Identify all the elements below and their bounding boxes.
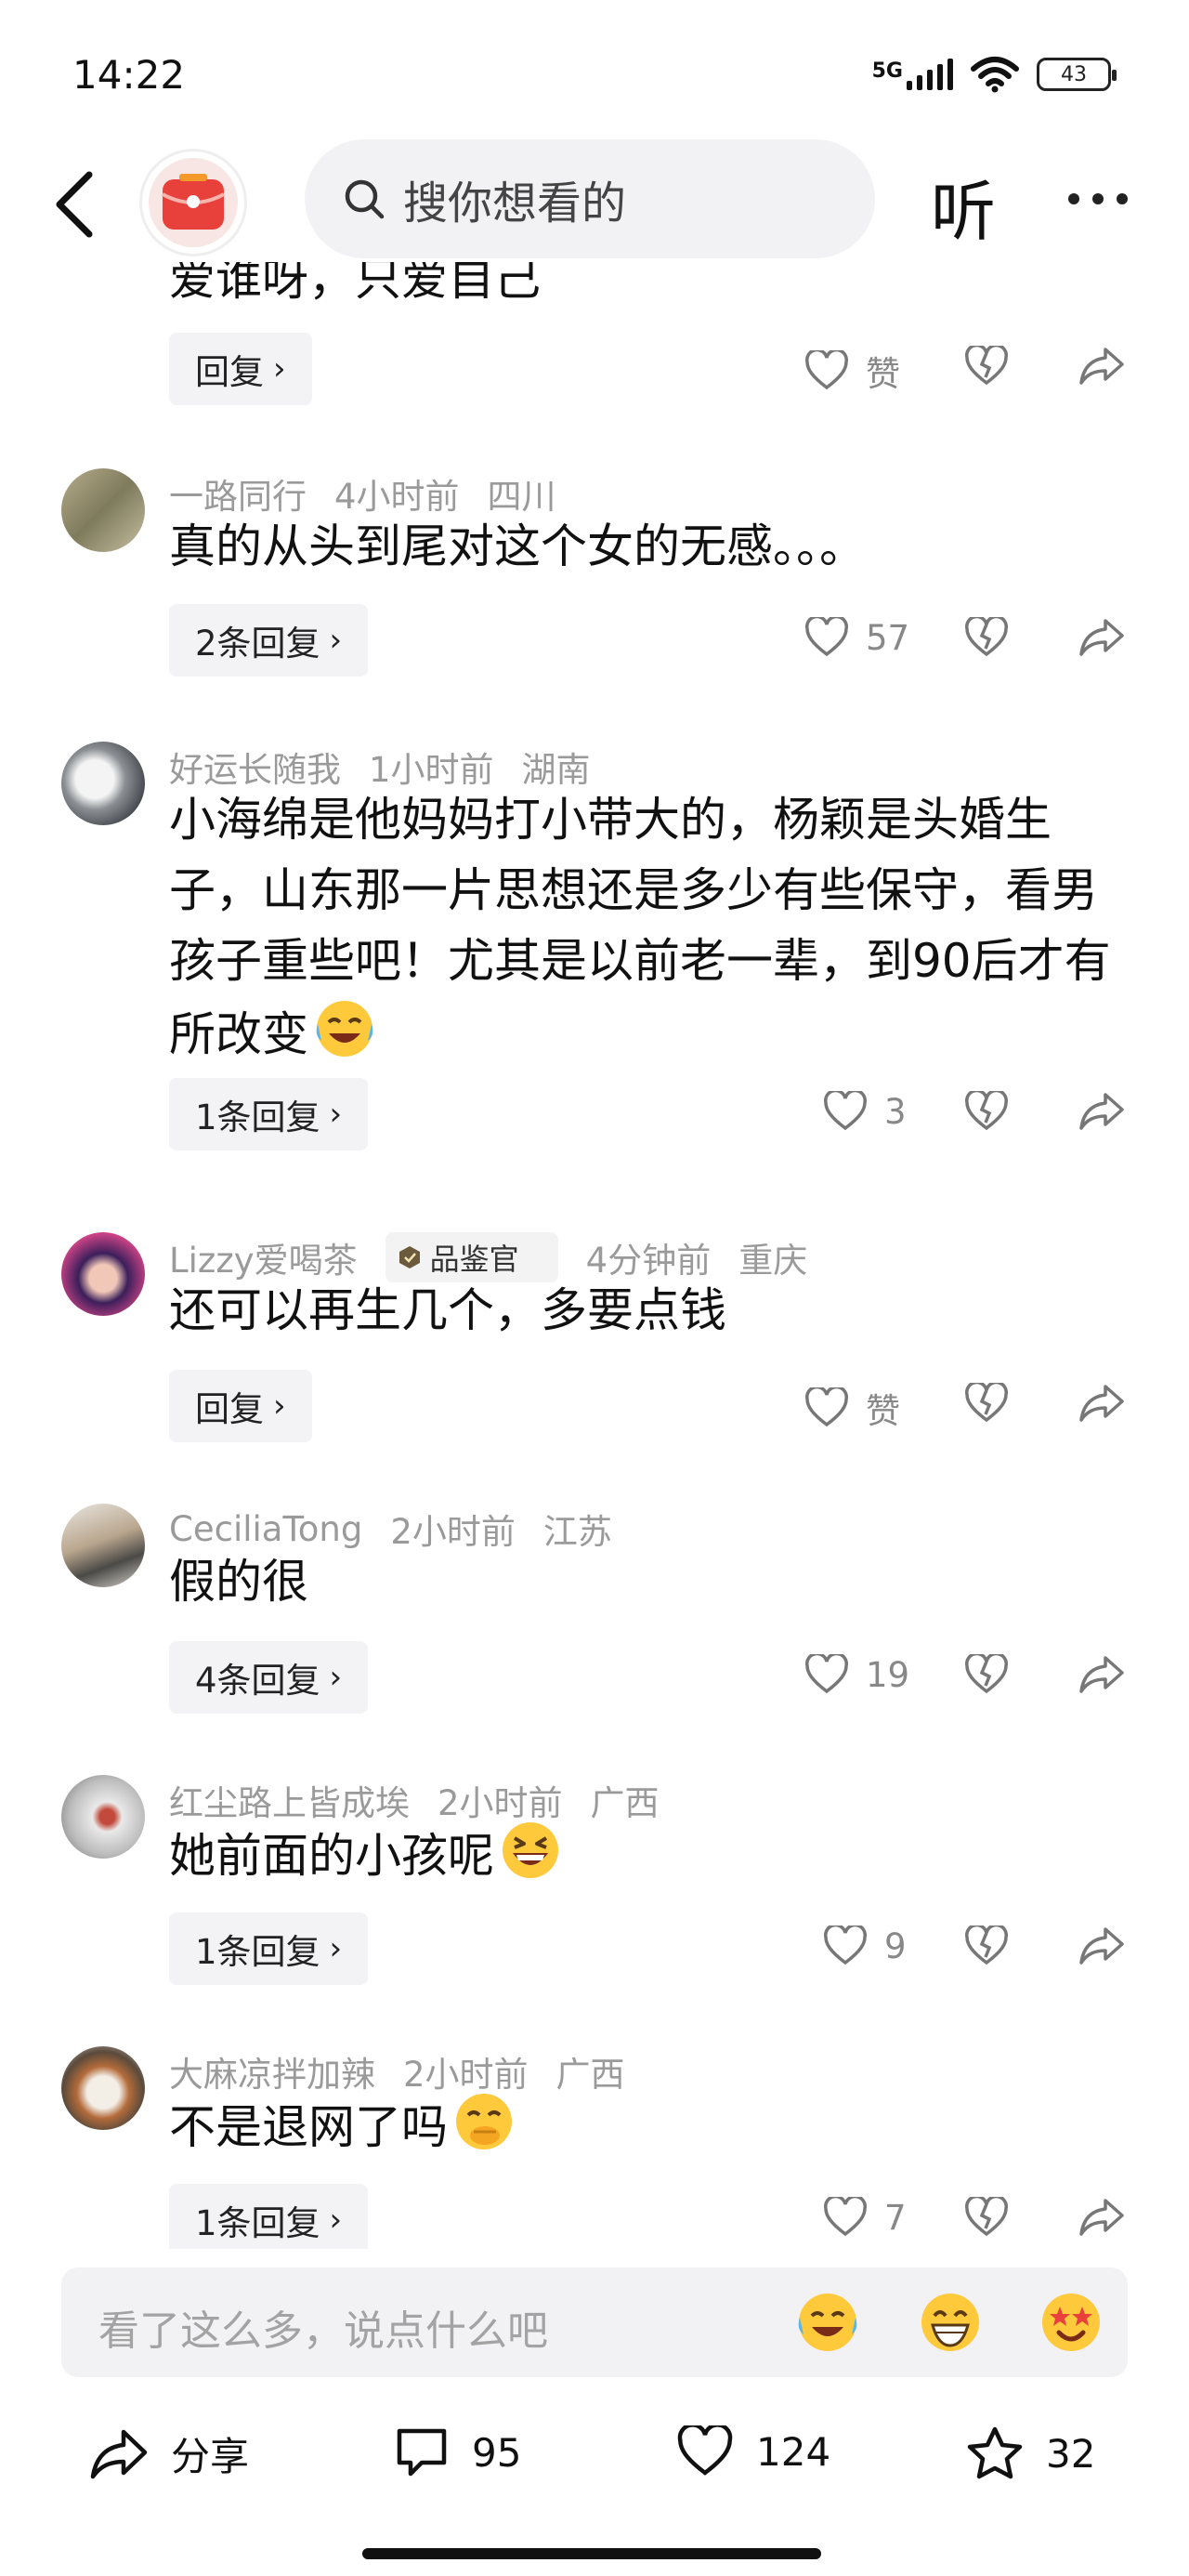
share-button[interactable] [1078, 1924, 1126, 1972]
like-count: 7 [884, 2197, 907, 2238]
dislike-button[interactable] [964, 1088, 1009, 1136]
broken-heart-icon [965, 1651, 1008, 1694]
share-button[interactable] [1078, 2195, 1126, 2243]
comment-text: 她前面的小孩呢 [169, 1818, 1126, 1891]
username[interactable]: CeciliaTong [169, 1509, 362, 1549]
search-bar[interactable]: 搜你想看的 [305, 139, 875, 258]
share-arrow-icon [1079, 1656, 1124, 1693]
avatar[interactable] [61, 1775, 145, 1859]
status-time: 14:22 [72, 52, 186, 98]
avatar[interactable] [61, 1232, 145, 1316]
covering-mouth-emoji-icon [456, 2094, 512, 2149]
network-type: 5G [871, 59, 903, 83]
comment-icon [397, 2428, 447, 2477]
favorite-button[interactable]: 32 [966, 2425, 1095, 2481]
like-button[interactable]: 7 [823, 2197, 907, 2238]
diamond-badge-icon [399, 1246, 420, 1268]
like-count: 3 [884, 1091, 907, 1132]
share-button[interactable] [1078, 1089, 1126, 1137]
listen-button[interactable]: 听 [931, 160, 996, 254]
share-arrow-icon [1079, 1093, 1124, 1130]
heart-icon [805, 350, 848, 390]
broken-heart-icon [965, 2194, 1008, 2237]
like-button[interactable]: 赞 [804, 346, 900, 396]
broken-heart-icon [965, 1923, 1008, 1965]
share-button[interactable] [1078, 1381, 1126, 1429]
heart-icon [824, 1091, 867, 1131]
like-count: 9 [884, 1925, 907, 1966]
red-envelope-icon [162, 174, 225, 230]
grin-squint-emoji-icon [503, 1822, 558, 1878]
avatar[interactable] [61, 742, 145, 825]
broken-heart-icon [965, 614, 1008, 657]
like-button[interactable]: 9 [823, 1925, 907, 1966]
comment-text: 假的很 [169, 1555, 308, 1609]
avatar[interactable] [61, 468, 145, 552]
star-eyes-emoji-button[interactable] [1037, 2288, 1105, 2357]
comment-text: 小海绵是他妈妈打小带大的，杨颖是头婚生子，山东那一片思想还是多少有些保守，看男孩… [169, 793, 1111, 1061]
share-arrow-icon [1079, 619, 1124, 656]
like-count-button[interactable]: 124 [676, 2425, 830, 2477]
dislike-button[interactable] [964, 1651, 1009, 1699]
dislike-button[interactable] [964, 343, 1009, 390]
grin-emoji-button[interactable] [916, 2288, 985, 2357]
share-arrow-icon [90, 2429, 148, 2478]
share-button[interactable] [1078, 344, 1126, 392]
share-arrow-icon [1079, 348, 1124, 385]
laugh-cry-emoji-button[interactable] [793, 2288, 862, 2357]
like-button[interactable]: 57 [804, 617, 909, 658]
status-bar: 14:22 5G 43 [0, 0, 1189, 139]
avatar[interactable] [61, 2046, 145, 2130]
clipped-comment-text: 爱谁呀，只爱自己 [169, 262, 541, 306]
share-arrow-icon [1079, 1385, 1124, 1422]
more-icon[interactable] [1068, 193, 1128, 204]
share-arrow-icon [1079, 2199, 1124, 2236]
like-count: 赞 [866, 1391, 900, 1431]
laugh-cry-emoji-icon [316, 1001, 373, 1057]
avatar[interactable] [61, 1504, 145, 1587]
app-logo[interactable] [139, 149, 247, 256]
heart-icon [805, 617, 848, 657]
share-button[interactable] [1078, 1652, 1126, 1701]
dislike-button[interactable] [964, 1380, 1009, 1427]
comment-input-placeholder: 看了这么多，说点什么吧 [98, 2307, 548, 2355]
status-icons: 5G 43 [872, 56, 1117, 93]
heart-icon [805, 1654, 848, 1694]
battery-indicator: 43 [1037, 58, 1117, 91]
broken-heart-icon [965, 1380, 1008, 1423]
comment-text: 真的从头到尾对这个女的无感。。。 [169, 519, 866, 573]
broken-heart-icon [965, 1088, 1008, 1131]
home-indicator [362, 2548, 821, 2559]
like-count: 57 [866, 617, 910, 658]
comment-text: 不是退网了吗 [169, 2089, 1126, 2162]
dislike-button[interactable] [964, 614, 1009, 662]
search-placeholder: 搜你想看的 [403, 177, 627, 230]
comment-list[interactable]: 爱谁呀，只爱自己 回复 › 赞 一路同行 4小时前 四川 真的从头到尾对这个女的无… [0, 262, 1189, 2249]
share-arrow-icon [1079, 1927, 1124, 1965]
heart-icon [824, 2197, 867, 2237]
share-button[interactable] [1078, 615, 1126, 664]
like-button[interactable]: 赞 [804, 1383, 900, 1433]
bottom-action-bar: 分享 95 124 32 [0, 2407, 1189, 2509]
broken-heart-icon [965, 343, 1008, 386]
signal-icon: 5G [872, 59, 953, 90]
heart-icon [824, 1925, 867, 1965]
heart-icon [805, 1387, 848, 1427]
comment-text: 还可以再生几个，多要点钱 [169, 1283, 726, 1337]
heart-icon [677, 2425, 733, 2476]
search-icon [345, 179, 385, 219]
star-icon [967, 2426, 1023, 2479]
dislike-button[interactable] [964, 2194, 1009, 2241]
like-count: 19 [866, 1654, 910, 1695]
back-icon [56, 171, 93, 238]
comment-input[interactable]: 看了这么多，说点什么吧 [61, 2267, 1128, 2377]
comment-count-button[interactable]: 95 [394, 2425, 521, 2479]
back-button[interactable] [48, 167, 104, 242]
top-nav: 搜你想看的 听 [0, 139, 1189, 262]
share-button-bottom[interactable]: 分享 [89, 2425, 249, 2482]
wifi-icon [971, 57, 1019, 93]
like-button[interactable]: 19 [804, 1654, 909, 1695]
dislike-button[interactable] [964, 1923, 1009, 1970]
like-button[interactable]: 3 [823, 1091, 907, 1132]
